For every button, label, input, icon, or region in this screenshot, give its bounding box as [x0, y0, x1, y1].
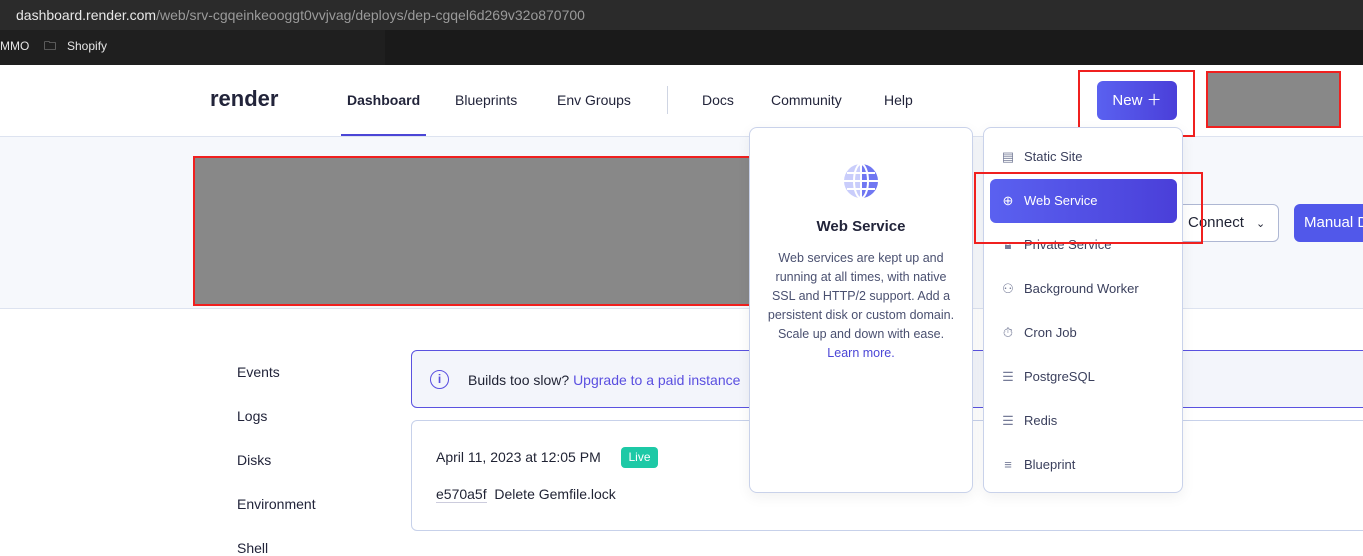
- sidebar-item-environment[interactable]: Environment: [237, 496, 316, 512]
- annotation-box: [974, 172, 1203, 244]
- url-host: dashboard.render.com: [16, 7, 157, 23]
- sidebar-item-events[interactable]: Events: [237, 364, 280, 380]
- url-path: /web/srv-cgqeinkeooggt0vvjvag/deploys/de…: [156, 7, 585, 23]
- chevron-down-icon: ⌄: [1256, 218, 1266, 230]
- deploy-date: April 11, 2023 at 12:05 PM: [436, 449, 601, 465]
- upgrade-link[interactable]: Upgrade to a paid instance: [573, 372, 740, 388]
- bookmark-shopify[interactable]: Shopify: [67, 30, 107, 62]
- commit-hash[interactable]: e570a5f: [436, 486, 487, 503]
- bookmarks-bar: MMO 🗀 Shopify: [0, 30, 1363, 65]
- preview-title: Web Service: [816, 218, 906, 235]
- service-preview-panel: Web Service Web services are kept up and…: [749, 127, 973, 493]
- sidebar-item-logs[interactable]: Logs: [237, 408, 267, 424]
- learn-more-link[interactable]: Learn more.: [750, 344, 972, 363]
- nav-docs[interactable]: Docs: [702, 92, 734, 108]
- sidebar-item-disks[interactable]: Disks: [237, 452, 271, 468]
- globe-icon: [844, 163, 878, 199]
- render-logo[interactable]: render: [210, 86, 278, 112]
- nav-community[interactable]: Community: [771, 92, 842, 108]
- menu-item-background-worker[interactable]: ⚇ Background Worker: [990, 267, 1177, 311]
- menu-item-redis[interactable]: ☰ Redis: [990, 399, 1177, 443]
- status-badge: Live: [621, 447, 658, 468]
- address-bar[interactable]: dashboard.render.com/web/srv-cgqeinkeoog…: [0, 0, 1363, 30]
- sidebar-item-shell[interactable]: Shell: [237, 540, 268, 556]
- active-tab-indicator: [341, 134, 426, 136]
- menu-item-postgresql[interactable]: ☰ PostgreSQL: [990, 355, 1177, 399]
- worker-icon: ⚇: [1002, 281, 1014, 296]
- database-icon: ☰: [1002, 369, 1014, 384]
- commit-message: Delete Gemfile.lock: [494, 486, 616, 502]
- manual-deploy-button[interactable]: Manual Deploy: [1294, 204, 1363, 242]
- preview-description: Web services are kept up and running at …: [767, 251, 955, 341]
- folder-icon: 🗀: [44, 39, 57, 53]
- nav-env-groups[interactable]: Env Groups: [557, 92, 631, 108]
- blueprint-icon: ≡: [1004, 457, 1012, 472]
- nav-divider: [667, 86, 668, 114]
- info-icon: i: [430, 370, 449, 389]
- nav-dashboard[interactable]: Dashboard: [347, 92, 420, 108]
- redacted-service-info: [193, 156, 760, 306]
- menu-item-blueprint[interactable]: ≡ Blueprint: [990, 443, 1177, 487]
- redacted-account-menu[interactable]: [1206, 71, 1341, 128]
- stopwatch-icon: ⏱︎: [1002, 325, 1014, 340]
- bookmark-mmo[interactable]: MMO: [0, 30, 29, 62]
- nav-help[interactable]: Help: [884, 92, 913, 108]
- nav-blueprints[interactable]: Blueprints: [455, 92, 517, 108]
- menu-item-cron-job[interactable]: ⏱︎ Cron Job: [990, 311, 1177, 355]
- database-icon: ☰: [1002, 413, 1014, 428]
